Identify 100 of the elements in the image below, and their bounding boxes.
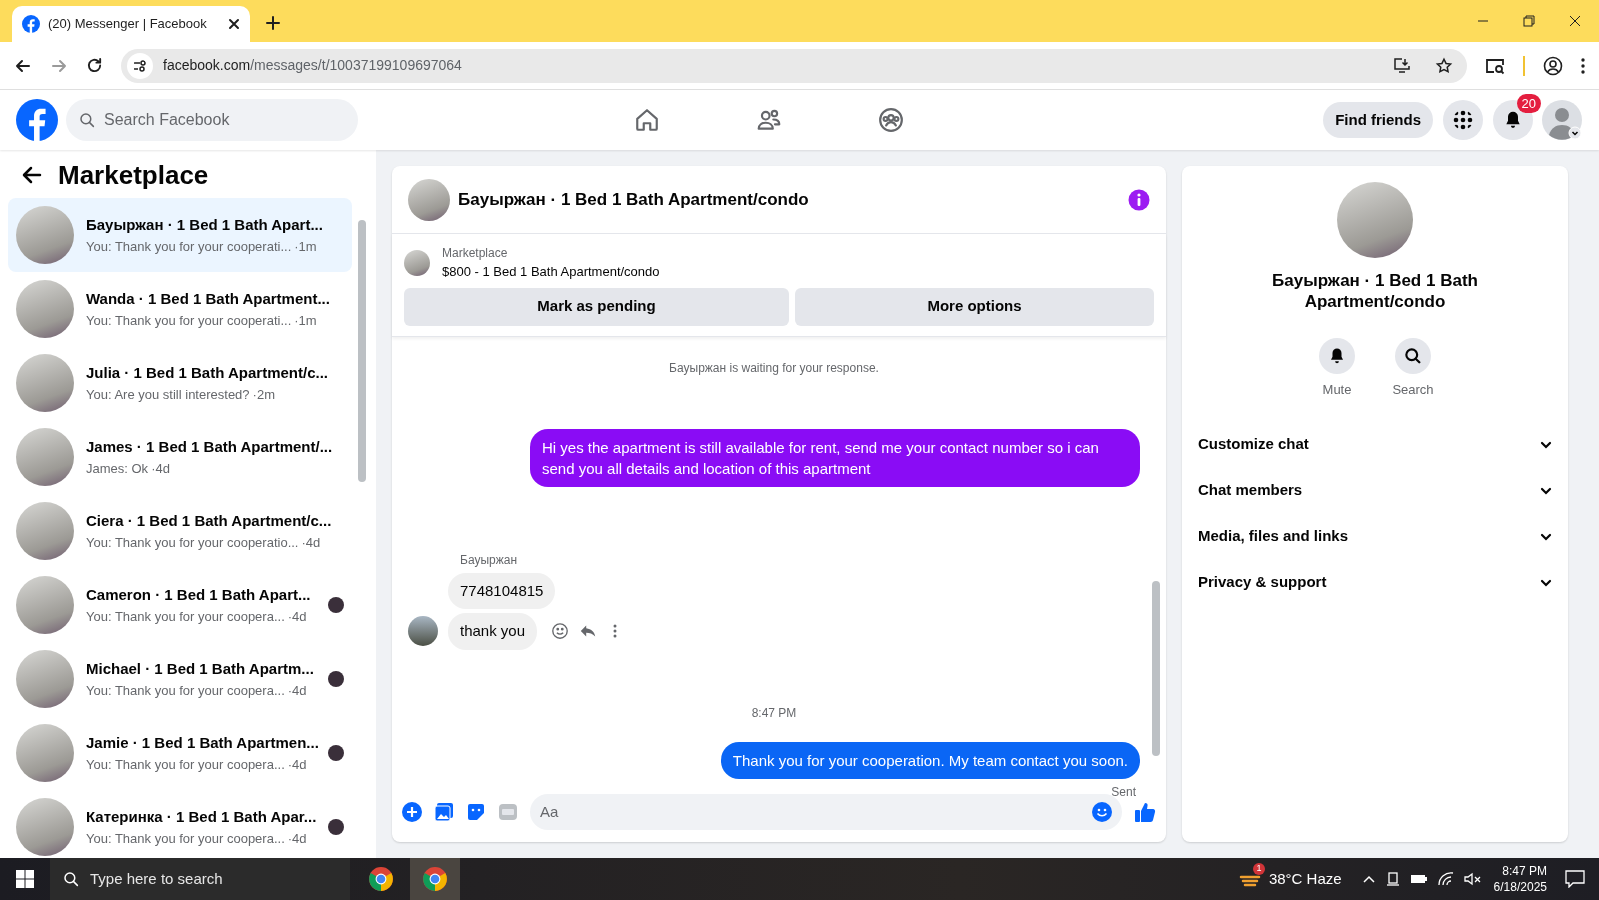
message-preview: You: Thank you for your coopera... (86, 681, 285, 700)
listing-label: Marketplace (442, 245, 509, 262)
close-icon[interactable] (228, 18, 240, 30)
photo-icon[interactable] (434, 802, 454, 822)
message-preview: James: Ok (86, 459, 149, 478)
info-icon[interactable] (1128, 188, 1150, 211)
taskbar-search-input[interactable]: Type here to search (90, 867, 338, 891)
listing-title[interactable]: $800 - 1 Bed 1 Bath Apartment/condo (442, 262, 660, 282)
emoji-reaction-icon[interactable] (551, 622, 570, 641)
restore-icon[interactable] (1523, 15, 1535, 27)
photo-placeholder (16, 428, 74, 486)
close-icon[interactable] (1569, 15, 1581, 27)
sticker-icon[interactable] (466, 802, 486, 822)
search-field[interactable]: Search Facebook (66, 99, 358, 141)
timestamp: 8:47 PM (751, 704, 797, 722)
conversation-title: Jamie · 1 Bed 1 Bath Apartmen... (86, 733, 316, 753)
more-icon[interactable] (613, 624, 618, 639)
groups-icon[interactable] (878, 107, 904, 133)
sidebar-title: Marketplace (58, 158, 209, 192)
message-input[interactable]: Aa (540, 800, 1092, 824)
message-time: ·4d (287, 607, 307, 626)
photo-placeholder (16, 576, 74, 634)
new-tab-icon[interactable] (266, 16, 280, 30)
notification-center-icon[interactable] (1565, 870, 1585, 888)
photo-placeholder (404, 249, 430, 276)
photo-placeholder (16, 354, 74, 412)
search-icon (78, 111, 96, 129)
listing-action-button[interactable]: More options (795, 287, 1154, 326)
section-row[interactable]: Media, files and links (1198, 513, 1552, 560)
menu-grid-icon[interactable] (1443, 100, 1483, 140)
conversation-title: Катеринка · 1 Bed 1 Bath Apar... (86, 807, 316, 827)
message-time: ·1m (294, 237, 317, 256)
message-time: ·4d (151, 459, 170, 478)
sent-message: Thank you for your cooperation. My team contact you soon. (720, 741, 1140, 779)
chat-action-button[interactable]: Search (1388, 338, 1438, 400)
notification-badge: 20 (1516, 94, 1541, 113)
message-preview: You: Thank you for your cooperati... (86, 311, 292, 330)
url-text: facebook.com/messages/t/10037199109697064 (163, 56, 462, 75)
conversation-name: Бауыржан · 1 Bed 1 Bath Apartment/condo (1271, 270, 1479, 312)
account-avatar-icon[interactable] (1541, 99, 1583, 141)
address-bar[interactable]: facebook.com/messages/t/10037199109697064 (121, 48, 1467, 83)
weather-text[interactable]: 38°C Haze (1268, 867, 1342, 891)
conversation-title: Wanda · 1 Bed 1 Bath Apartment... (86, 289, 331, 309)
message-time: ·4d (287, 829, 307, 848)
conversation-title: Michael · 1 Bed 1 Bath Apartm... (86, 659, 315, 679)
device-icon[interactable] (1385, 872, 1400, 886)
status-note: Бауыржан is waiting for your response. (669, 359, 879, 377)
menu-icon[interactable] (1581, 57, 1585, 74)
facebook-logo-icon[interactable] (16, 99, 58, 141)
conversation-title: Cameron · 1 Bed 1 Bath Apart... (86, 585, 312, 605)
message-preview: You: Thank you for your coopera... (86, 607, 285, 626)
emoji-icon[interactable] (1092, 802, 1112, 822)
windows-start-icon[interactable] (16, 870, 34, 888)
section-row[interactable]: Chat members (1198, 467, 1552, 514)
conversation-title: James · 1 Bed 1 Bath Apartment/... (86, 437, 334, 457)
search-input[interactable]: Search Facebook (104, 108, 346, 132)
photo-placeholder (16, 798, 74, 856)
section-row[interactable]: Privacy & support (1198, 559, 1552, 606)
battery-icon[interactable] (1409, 873, 1428, 885)
reload-icon[interactable] (86, 57, 103, 74)
message-time: ·4d (287, 681, 307, 700)
chat-action-button[interactable]: Mute (1312, 338, 1362, 400)
friends-icon[interactable] (756, 107, 782, 133)
message-time: ·1m (294, 311, 317, 330)
profile-icon[interactable] (1543, 55, 1563, 76)
message-time: ·4d (287, 755, 307, 774)
speaker-muted-icon[interactable] (1463, 872, 1482, 886)
bookmark-star-icon[interactable] (1435, 56, 1453, 75)
section-row[interactable]: Customize chat (1198, 421, 1552, 468)
conversation-title: Julia · 1 Bed 1 Bath Apartment/c... (86, 363, 329, 383)
clock-date[interactable]: 6/18/2025 (1493, 879, 1547, 895)
taskbar-search-field[interactable]: Type here to search (50, 858, 350, 900)
conversation-item[interactable]: Бауыржан · 1 Bed 1 Bath Apart... You: Thank you for your cooperati... ·1m (8, 198, 352, 272)
home-icon[interactable] (634, 107, 660, 133)
message-preview: You: Thank you for your coopera... (86, 755, 285, 774)
browser-tab[interactable]: (20) Messenger | Facebook (12, 6, 250, 42)
received-message: thank you (448, 613, 538, 650)
listing-action-button[interactable]: Mark as pending (404, 287, 789, 326)
thumbs-up-icon[interactable] (1134, 801, 1156, 823)
install-app-icon[interactable] (1393, 56, 1411, 75)
photo-placeholder (16, 724, 74, 782)
chrome-icon[interactable] (368, 866, 394, 892)
add-icon[interactable] (402, 802, 422, 822)
message-preview: You: Thank you for your cooperatio... (86, 533, 299, 552)
sent-message: Hi yes the apartment is still available for rent, send me your contact number so i can send you all details and location of this apartment (530, 428, 1140, 487)
message-preview: You: Thank you for your cooperati... (86, 237, 292, 256)
message-time: ·2m (252, 385, 275, 404)
photo-placeholder (16, 206, 74, 264)
conversation-title: Бауыржан · 1 Bed 1 Bath Apart... (86, 215, 324, 235)
find-friends-button[interactable]: Find friends (1323, 102, 1433, 138)
clock-time[interactable]: 8:47 PM (1502, 863, 1547, 879)
wifi-icon[interactable] (1437, 872, 1454, 886)
site-settings-icon[interactable] (127, 52, 153, 79)
photo-placeholder (16, 650, 74, 708)
message-preview: You: Thank you for your coopera... (86, 829, 285, 848)
back-arrow-icon[interactable] (22, 165, 42, 185)
message-preview: You: Are you still interested? (86, 385, 250, 404)
photo-placeholder (16, 280, 74, 338)
facebook-logo-icon (22, 15, 40, 33)
search-icon (62, 870, 80, 888)
